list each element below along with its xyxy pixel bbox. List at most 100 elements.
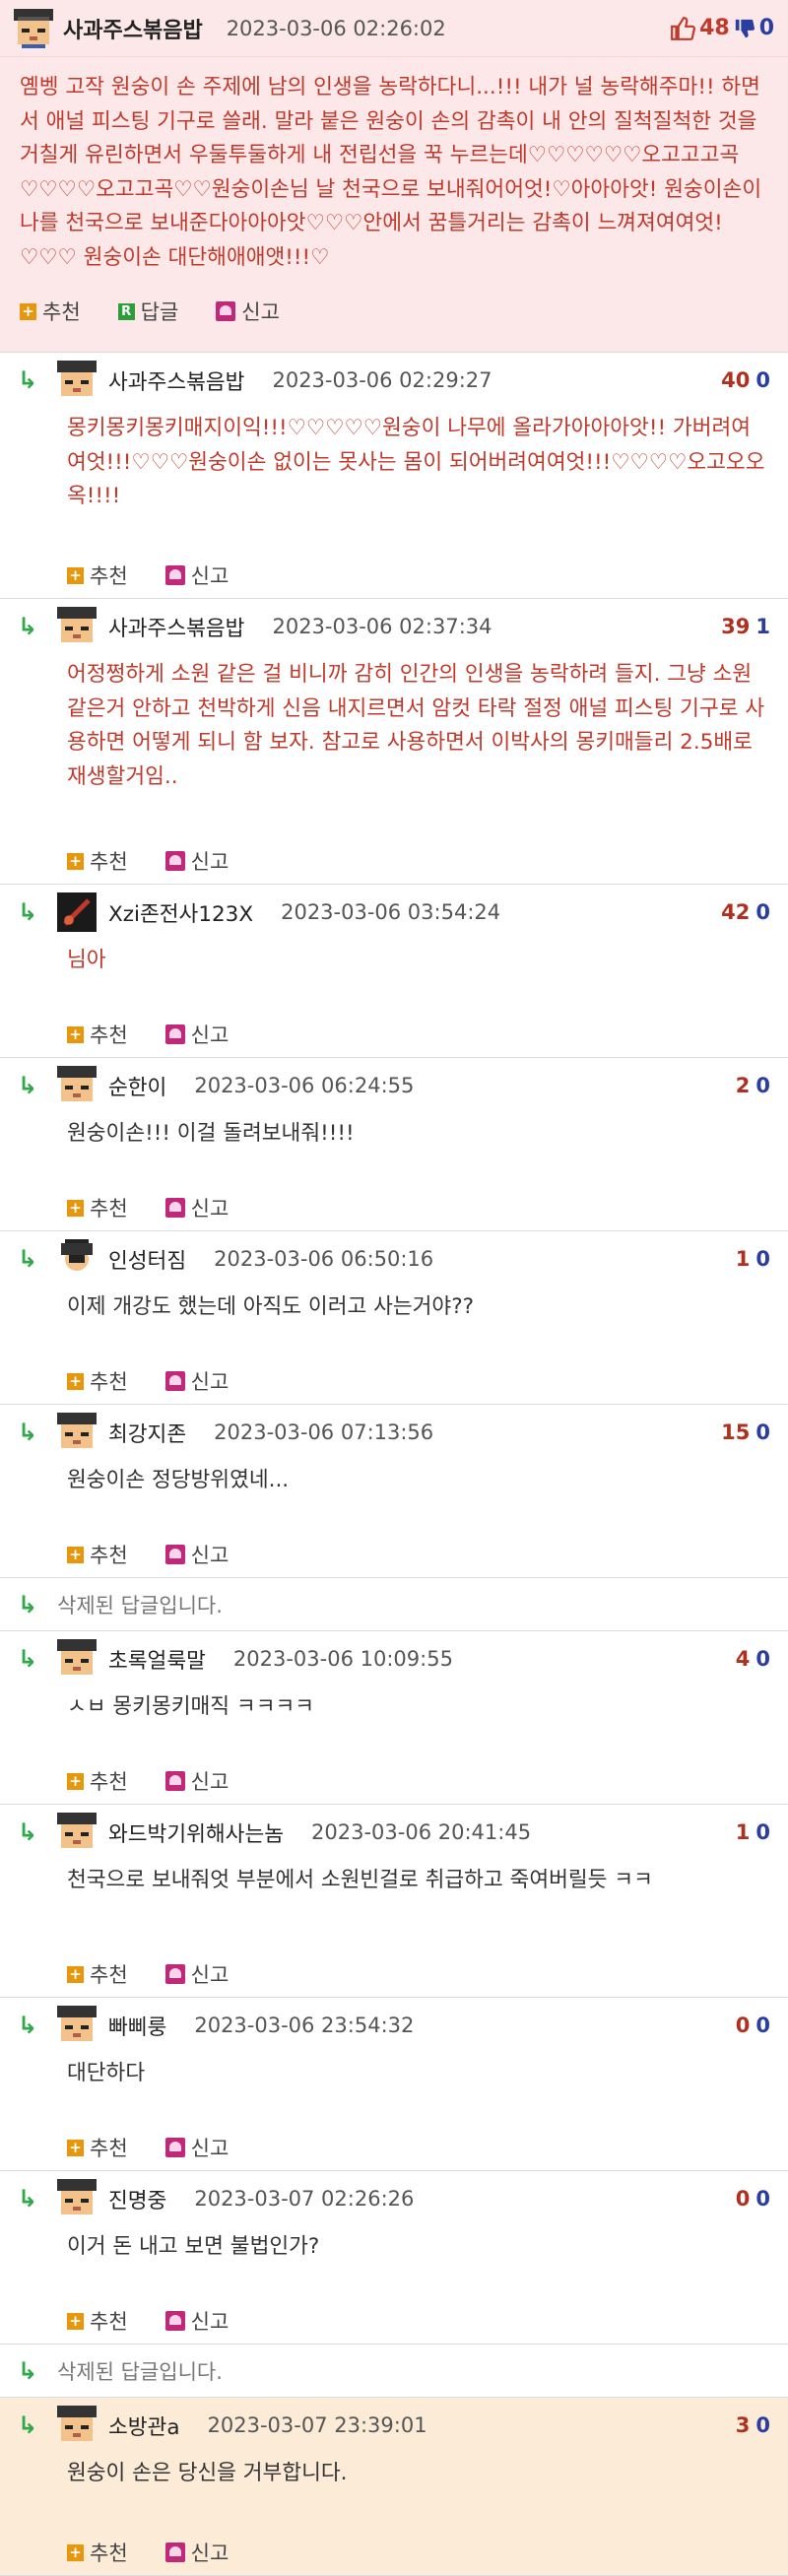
avatar-icon[interactable] — [57, 1639, 97, 1679]
report-button[interactable]: 신고 — [164, 1366, 229, 1396]
vote-score: 20 — [736, 1074, 770, 1097]
reply-body: 몽키몽키몽키매지이익!!!♡♡♡♡♡원숭이 나무에 올라가아아아앗!! 가버려여… — [67, 416, 765, 508]
upvote-count: 42 — [721, 900, 751, 924]
reply-arrow-icon: ↳ — [18, 2185, 38, 2213]
reply-arrow-icon: ↳ — [18, 1419, 38, 1446]
deleted-label: 삭제된 답글입니다. — [57, 2359, 223, 2384]
report-button[interactable]: 신고 — [164, 1540, 229, 1569]
recommend-button[interactable]: + 추천 — [67, 1366, 128, 1396]
reply-arrow-icon: ↳ — [18, 366, 38, 394]
reply-date: 2023-03-06 06:50:16 — [214, 1247, 434, 1271]
author-name[interactable]: 사과주스볶음밥 — [108, 612, 244, 642]
report-icon — [164, 2138, 185, 2157]
report-button[interactable]: 신고 — [164, 1766, 229, 1796]
avatar-icon[interactable] — [57, 607, 97, 646]
author-name[interactable]: 빠삐룽 — [108, 2011, 166, 2041]
report-button[interactable]: 신고 — [164, 846, 229, 876]
recommend-button[interactable]: + 추천 — [67, 1193, 128, 1222]
author-name[interactable]: 인성터짐 — [108, 1244, 186, 1275]
deleted-reply: ↳ 삭제된 답글입니다. — [0, 1578, 788, 1631]
plus-icon: + — [67, 2312, 84, 2330]
thumbs-up-icon[interactable] — [670, 16, 696, 41]
author-name[interactable]: 사과주스볶음밥 — [63, 13, 203, 44]
downvote-count: 1 — [755, 615, 770, 638]
top-comment: 사과주스볶음밥 2023-03-06 02:26:02 48 0 옘벵 고작 원… — [0, 0, 788, 353]
thumbs-down-icon[interactable] — [734, 17, 755, 40]
recommend-button[interactable]: + 추천 — [67, 561, 128, 590]
reply-comment: ↳ 빠삐룽 2023-03-06 23:54:32 0 0 대단하다 + 추천 신고 — [0, 1998, 788, 2171]
author-name[interactable]: 사과주스볶음밥 — [108, 365, 244, 396]
report-icon — [164, 1371, 185, 1391]
report-button[interactable]: 신고 — [164, 1959, 229, 1989]
reply-header: ↳ Xzi존전사123X 2023-03-06 03:54:24 42 0 — [0, 885, 788, 940]
author-name[interactable]: 순한이 — [108, 1071, 166, 1101]
deleted-reply: ↳ 삭제된 답글입니다. — [0, 2345, 788, 2398]
downvote-count: 0 — [755, 2187, 770, 2211]
reply-body: 원숭이 손은 당신을 거부합니다. — [67, 2461, 348, 2485]
upvote-count: 0 — [735, 2014, 751, 2037]
author-name[interactable]: 진명중 — [108, 2184, 166, 2214]
author-name[interactable]: 최강지존 — [108, 1418, 186, 1448]
reply-header: ↳ 초록얼룩말 2023-03-06 10:09:55 4 0 — [0, 1631, 788, 1686]
vote-score: 39 1 — [721, 615, 770, 638]
recommend-button[interactable]: + 추천 — [20, 297, 81, 326]
plus-icon: + — [67, 2543, 84, 2561]
recommend-button[interactable]: + 추천 — [67, 1959, 128, 1989]
recommend-button[interactable]: + 추천 — [67, 2133, 128, 2162]
vote-score: 15 0 — [721, 1420, 770, 1444]
vote-score: 10 — [736, 1820, 770, 1844]
reply-actions: + 추천 신고 — [0, 2533, 788, 2572]
report-button[interactable]: 신고 — [164, 2306, 229, 2336]
reply-arrow-icon: ↳ — [18, 898, 38, 926]
author-name[interactable]: 초록얼룩말 — [108, 1644, 206, 1675]
avatar-icon[interactable] — [57, 1413, 97, 1452]
reply-comment: ↳ 순한이 2023-03-06 06:24:55 2 0 원숭이손!!! 이걸 돌려보내… — [0, 1058, 788, 1231]
reply-actions: + 추천 신고 — [0, 2128, 788, 2167]
upvote-count: 40 — [721, 368, 751, 392]
reply-date: 2023-03-06 02:37:34 — [272, 615, 492, 638]
reply-actions: + 추천 신고 — [0, 1954, 788, 1994]
reply-icon: R — [117, 302, 135, 320]
comment-thread: 사과주스볶음밥 2023-03-06 02:26:02 48 0 옘벵 고작 원… — [0, 0, 788, 2576]
report-button[interactable]: 신고 — [164, 1020, 229, 1049]
recommend-button[interactable]: + 추천 — [67, 1766, 128, 1796]
report-button[interactable]: 신고 — [164, 2538, 229, 2567]
comment-actions: + 추천 R 답글 신고 — [0, 292, 788, 331]
reply-comment: ↳ 소방관a 2023-03-07 23:39:01 3 0 원숭이 손은 당신을 거부합… — [0, 2398, 788, 2576]
upvote-count: 1 — [735, 1820, 751, 1844]
author-name[interactable]: Xzi존전사123X — [108, 897, 253, 928]
avatar-icon[interactable] — [14, 8, 53, 48]
reply-body: 대단하다 — [67, 2061, 146, 2085]
report-button[interactable]: 신고 — [216, 297, 280, 326]
reply-comment: ↳ 초록얼룩말 2023-03-06 10:09:55 4 0 ㅅㅂ 몽키몽키매직 ㅋㅋㅋ… — [0, 1631, 788, 1805]
report-button[interactable]: 신고 — [164, 561, 229, 590]
reply-header: ↳ 사과주스볶음밥 2023-03-06 02:37:34 39 1 — [0, 599, 788, 654]
avatar-icon[interactable] — [57, 2406, 97, 2445]
avatar-icon[interactable] — [57, 1239, 97, 1279]
recommend-button[interactable]: + 추천 — [67, 1020, 128, 1049]
report-button[interactable]: 신고 — [164, 2133, 229, 2162]
reply-actions: + 추천 신고 — [0, 1188, 788, 1227]
avatar-icon[interactable] — [57, 1813, 97, 1852]
author-name[interactable]: 소방관a — [108, 2411, 180, 2441]
vote-score: 00 — [736, 2187, 770, 2211]
avatar-icon[interactable] — [57, 361, 97, 400]
recommend-button[interactable]: + 추천 — [67, 2538, 128, 2567]
avatar-icon[interactable] — [57, 2179, 97, 2218]
avatar-icon[interactable] — [57, 1066, 97, 1105]
avatar-icon[interactable] — [57, 2006, 97, 2045]
recommend-button[interactable]: + 추천 — [67, 1540, 128, 1569]
plus-icon: + — [67, 1772, 84, 1790]
reply-comment: ↳ 사과주스볶음밥 2023-03-06 02:37:34 39 1 어정쩡하게 소원 같… — [0, 599, 788, 885]
plus-icon: + — [20, 302, 36, 320]
report-icon — [164, 2311, 185, 2331]
report-icon — [164, 851, 185, 871]
reply-button[interactable]: R 답글 — [117, 297, 178, 326]
comment-date: 2023-03-06 02:26:02 — [226, 16, 446, 40]
recommend-button[interactable]: + 추천 — [67, 846, 128, 876]
author-name[interactable]: 와드박기위해사는놈 — [108, 1817, 284, 1848]
report-button[interactable]: 신고 — [164, 1193, 229, 1222]
reply-date: 2023-03-06 23:54:32 — [194, 2014, 415, 2037]
avatar-icon[interactable] — [57, 892, 97, 932]
recommend-button[interactable]: + 추천 — [67, 2306, 128, 2336]
